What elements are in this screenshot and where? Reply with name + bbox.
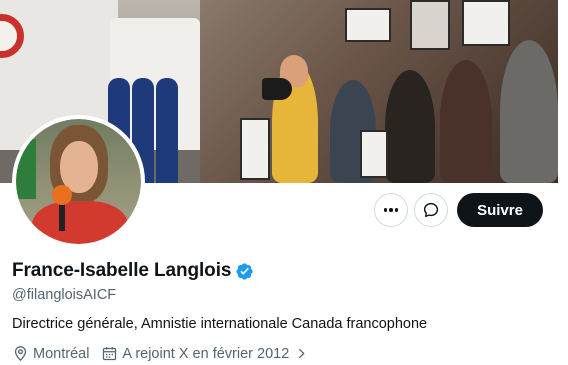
joined-text: A rejoint X en février 2012 [122, 345, 290, 362]
chevron-right-icon [299, 348, 305, 359]
avatar-photo [16, 119, 141, 244]
message-icon [423, 202, 439, 218]
verified-badge-icon[interactable] [235, 262, 254, 281]
banner-protest-sign [345, 8, 391, 42]
avatar-flag [16, 139, 36, 199]
profile-meta: Montréal A rejoint X en février 2012 [12, 345, 308, 362]
profile-bio: Directrice générale, Amnistie internatio… [12, 316, 428, 332]
banner-person [385, 70, 435, 183]
profile-handle: @filangloisAICF [12, 287, 117, 303]
banner-truck-logo [0, 14, 24, 58]
banner-officer [156, 78, 178, 183]
more-button[interactable] [374, 193, 408, 227]
banner-person [440, 60, 492, 183]
banner-person [500, 40, 558, 183]
more-icon [383, 208, 399, 212]
location-icon [14, 346, 27, 362]
banner-crowd [200, 0, 558, 183]
profile-name-row: France-Isabelle Langlois [12, 260, 254, 282]
follow-button[interactable]: Suivre [457, 193, 543, 227]
profile-joined[interactable]: A rejoint X en février 2012 [101, 345, 308, 362]
avatar-microphone-handle [59, 203, 65, 231]
banner-protest-sign [240, 118, 270, 180]
profile-location: Montréal [12, 345, 89, 362]
avatar-body [32, 201, 128, 244]
banner-megaphone [262, 78, 292, 100]
message-button[interactable] [414, 193, 448, 227]
avatar-microphone [52, 185, 72, 205]
banner-protest-sign [360, 130, 388, 178]
banner-protest-sign [462, 0, 510, 46]
profile-name: France-Isabelle Langlois [12, 260, 232, 281]
location-text: Montréal [33, 345, 90, 362]
banner-protest-sign [410, 0, 450, 50]
calendar-icon [103, 347, 117, 361]
profile-avatar[interactable] [12, 115, 145, 248]
